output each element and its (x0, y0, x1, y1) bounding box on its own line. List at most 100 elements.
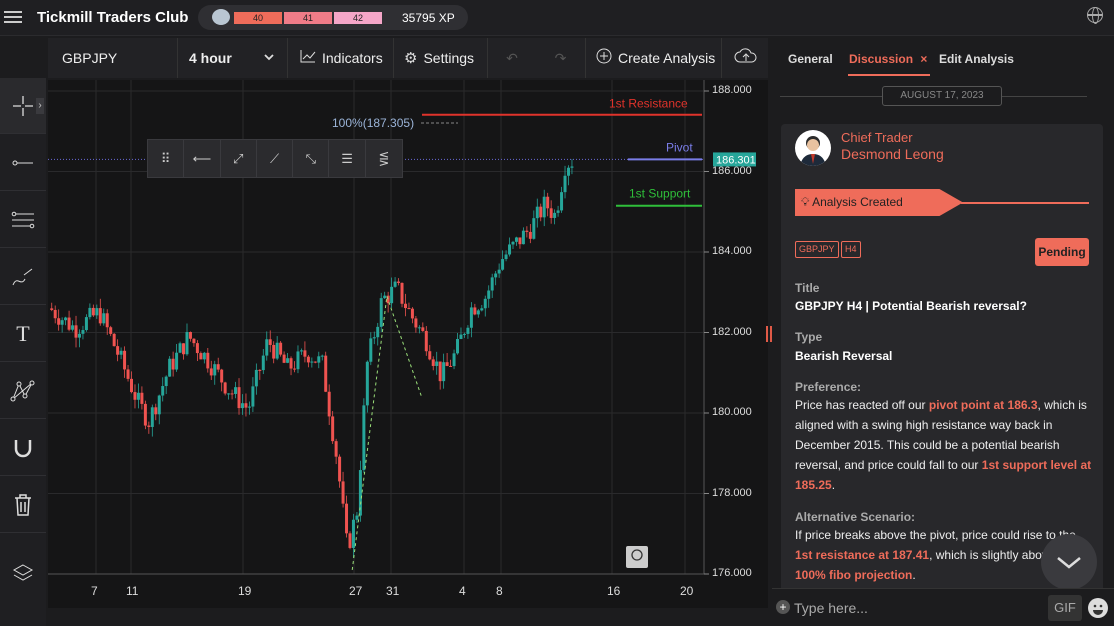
expand-chevron-icon[interactable]: › (36, 98, 44, 114)
redo-button[interactable]: ↷ (536, 38, 586, 78)
author-name[interactable]: Desmond Leong (841, 146, 944, 162)
candle-body (60, 320, 64, 325)
support-label: 1st Support (629, 187, 691, 201)
x-tick-label: 8 (496, 584, 503, 598)
top-bar: Tickmill Traders Club 40 41 42 35795 XP (0, 0, 1114, 36)
close-icon[interactable]: × (920, 52, 927, 66)
candle-body (164, 376, 168, 387)
lightbulb-icon: 💡︎ (801, 195, 810, 209)
candle-body (116, 346, 120, 355)
candle-body (351, 519, 355, 548)
candle-body (428, 351, 432, 360)
status-badge[interactable]: Pending (1035, 238, 1089, 266)
candle-body (504, 254, 508, 260)
app-title: Tickmill Traders Club (37, 9, 189, 26)
candle-body (112, 333, 116, 347)
x-tick-label: 11 (126, 584, 139, 598)
drag-handle-icon[interactable]: ⠿ (148, 140, 185, 177)
fibo-level-label: 100%(187.305) (332, 116, 414, 130)
candle-body (407, 308, 411, 310)
candle-body (369, 338, 373, 362)
title-value: GBPJPY H4 | Potential Bearish reversal? (795, 299, 1027, 313)
create-analysis-label: Create Analysis (618, 50, 716, 66)
tab-edit-analysis[interactable]: Edit Analysis (939, 52, 1014, 66)
text-tool[interactable]: T (0, 306, 46, 362)
candle-body (213, 364, 217, 376)
add-attachment-icon[interactable]: + (776, 600, 790, 614)
x-tick-label: 16 (607, 584, 621, 598)
candle-body (438, 361, 442, 382)
cloud-upload-icon (734, 47, 758, 69)
candle-body (150, 407, 154, 427)
preference-text-3: . (831, 478, 836, 492)
alt-text-1: If price breaks above the pivot, price c… (795, 528, 1076, 542)
pattern-tool[interactable] (0, 363, 46, 419)
horizontal-ray-icon[interactable]: ⟵ (184, 140, 221, 177)
candle-body (508, 244, 512, 255)
parallel-lines-icon[interactable]: ☰ (329, 140, 366, 177)
tab-general[interactable]: General (788, 52, 833, 66)
xp-level-40: 40 (234, 12, 282, 24)
crosshair-tool[interactable]: › (0, 78, 46, 134)
extended-line-icon[interactable]: ⤡ (293, 140, 330, 177)
x-tick-label: 20 (680, 584, 694, 598)
scroll-down-button[interactable] (1041, 534, 1097, 590)
gif-button[interactable]: GIF (1048, 595, 1082, 621)
tag-symbol: GBPJPY (795, 241, 839, 258)
chat-input[interactable] (794, 595, 1042, 621)
create-analysis-button[interactable]: Create Analysis (586, 38, 722, 78)
ray-icon[interactable]: ⤢ (221, 140, 257, 177)
globe-icon[interactable] (1087, 7, 1103, 24)
y-tick-label: 182.000 (712, 325, 752, 338)
candle-body (560, 192, 564, 211)
candle-body (171, 358, 175, 370)
magnet-tool[interactable] (0, 420, 46, 476)
emoji-icon[interactable] (1088, 598, 1108, 618)
candle-body (299, 350, 303, 352)
undo-button[interactable]: ↶ (488, 38, 536, 78)
candle-body (161, 386, 165, 396)
candle-body (261, 355, 265, 371)
candle-body (383, 295, 387, 299)
indicators-button[interactable]: Indicators (288, 38, 394, 78)
candle-body (390, 286, 394, 304)
trend-line-icon[interactable]: ⟋ (257, 140, 294, 177)
fib-fan-icon[interactable]: ⋚ (366, 140, 402, 177)
candle-body (154, 407, 158, 415)
candle-body (483, 298, 487, 309)
line-tool[interactable] (0, 135, 46, 191)
candle-body (254, 369, 258, 387)
candle-body (452, 353, 456, 367)
candle-body (348, 533, 352, 548)
candle-body (424, 330, 428, 352)
upload-button[interactable] (722, 38, 768, 78)
analysis-panel: General Discussion × Edit Analysis AUGUS… (772, 38, 1114, 626)
candle-body (182, 343, 186, 355)
candle-body (570, 166, 574, 168)
layers-tool[interactable] (0, 546, 46, 602)
brush-tool[interactable] (0, 249, 46, 305)
timeframe-dropdown[interactable]: 4 hour (178, 38, 288, 78)
y-tick-label: 188.000 (712, 84, 752, 96)
settings-button[interactable]: ⚙ Settings (394, 38, 488, 78)
x-tick-label: 27 (349, 584, 363, 598)
tag-timeframe: H4 (841, 241, 861, 258)
candle-body (220, 369, 224, 383)
xp-level-42: 42 (334, 12, 382, 24)
chart-line-icon (300, 49, 316, 67)
candle-body (532, 218, 536, 239)
menu-icon[interactable] (4, 8, 22, 26)
candle-body (275, 342, 279, 359)
delete-tool[interactable] (0, 477, 46, 533)
candle-body (77, 333, 81, 338)
channel-tool[interactable] (0, 192, 46, 248)
symbol-selector[interactable]: GBPJPY (48, 38, 178, 78)
candle-body (400, 282, 404, 304)
candle-body (476, 310, 480, 315)
tab-discussion[interactable]: Discussion × (849, 52, 927, 66)
type-label: Type (795, 330, 823, 344)
candle-body (105, 313, 109, 328)
chat-bar: + GIF (772, 588, 1114, 626)
symbol-label: GBPJPY (62, 50, 118, 66)
chart-toolbar: GBPJPY 4 hour Indicators ⚙ Settings ↶ ↷ … (48, 38, 768, 78)
